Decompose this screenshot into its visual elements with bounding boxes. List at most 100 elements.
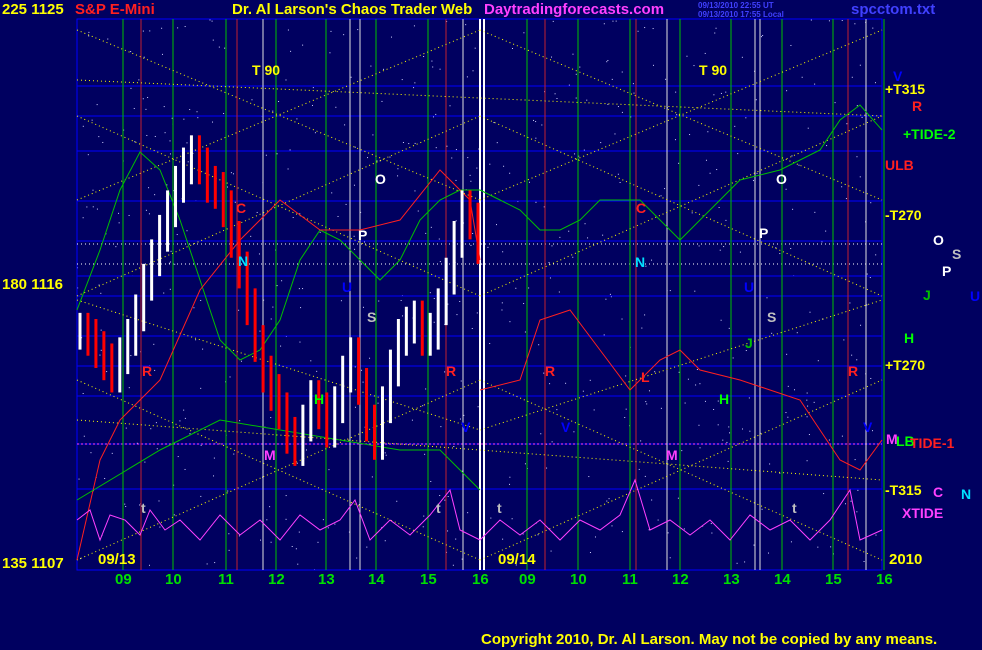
star (652, 64, 654, 66)
star (163, 106, 165, 108)
star (684, 402, 686, 404)
star (501, 302, 503, 304)
star (689, 134, 691, 136)
star (771, 332, 773, 334)
star (173, 514, 175, 516)
star (145, 108, 147, 110)
star (528, 287, 530, 289)
star (761, 508, 763, 510)
star (344, 124, 346, 126)
star (337, 215, 339, 217)
star (296, 462, 298, 464)
marker-t-day2a: t (497, 500, 502, 516)
star (729, 432, 731, 434)
star (640, 440, 642, 442)
star (792, 208, 794, 210)
star (727, 460, 729, 462)
star (88, 31, 90, 33)
star (841, 186, 843, 188)
star (425, 388, 427, 390)
star (451, 157, 453, 159)
star (291, 545, 293, 547)
star (715, 27, 717, 29)
instrument-title: S&P E-Mini (75, 1, 155, 18)
star (796, 332, 798, 334)
star (183, 118, 185, 120)
star (714, 32, 716, 34)
star (260, 539, 262, 541)
star (790, 44, 792, 46)
star (496, 224, 498, 226)
star (383, 68, 385, 70)
star (617, 173, 619, 175)
marker-t-day1b: t (436, 500, 441, 516)
star (402, 141, 404, 143)
star (686, 55, 688, 57)
star (159, 526, 161, 528)
star (854, 459, 856, 461)
star (433, 298, 435, 300)
star (549, 277, 551, 279)
star (523, 32, 525, 34)
star (669, 290, 671, 292)
star (356, 557, 358, 559)
star (287, 168, 289, 170)
star (509, 321, 511, 323)
star (302, 288, 304, 290)
star (269, 506, 271, 508)
star (150, 428, 152, 430)
star (854, 23, 856, 25)
star (169, 153, 171, 155)
star (430, 226, 432, 228)
marker-r-day1b: R (446, 363, 457, 379)
star (859, 64, 861, 66)
star (660, 195, 662, 197)
star (250, 235, 252, 237)
star (402, 315, 404, 317)
star (124, 503, 126, 505)
star (92, 206, 94, 208)
star (477, 406, 479, 408)
star (102, 141, 104, 143)
star (572, 53, 574, 55)
star (554, 93, 556, 95)
green-curve-day2 (479, 104, 883, 241)
marker-h-day2: H (719, 391, 730, 407)
star (535, 137, 537, 139)
star (552, 20, 554, 22)
star (638, 468, 640, 470)
site-name: Daytradingforecasts.com (484, 1, 665, 18)
star (459, 300, 461, 302)
star (317, 541, 319, 543)
star (720, 92, 722, 94)
star (186, 142, 188, 144)
star (423, 56, 425, 58)
star (573, 431, 575, 433)
star (456, 314, 458, 316)
star (149, 30, 151, 32)
star (493, 122, 495, 124)
marker-j-day2: J (745, 335, 753, 351)
star (118, 222, 120, 224)
star (579, 66, 581, 68)
price-bars (78, 135, 480, 466)
star (586, 99, 588, 101)
star (174, 263, 176, 265)
star (343, 34, 345, 36)
star (118, 212, 120, 214)
star (455, 220, 457, 222)
star (467, 512, 469, 514)
star (589, 379, 591, 381)
star (611, 78, 613, 80)
star (156, 448, 158, 450)
star (614, 133, 616, 135)
star (511, 47, 513, 49)
star (296, 118, 298, 120)
star (389, 156, 391, 158)
star (142, 98, 144, 100)
star (170, 250, 172, 252)
star (745, 117, 747, 119)
star (787, 416, 789, 418)
marker-u-day1: U (342, 279, 353, 295)
star (860, 324, 862, 326)
